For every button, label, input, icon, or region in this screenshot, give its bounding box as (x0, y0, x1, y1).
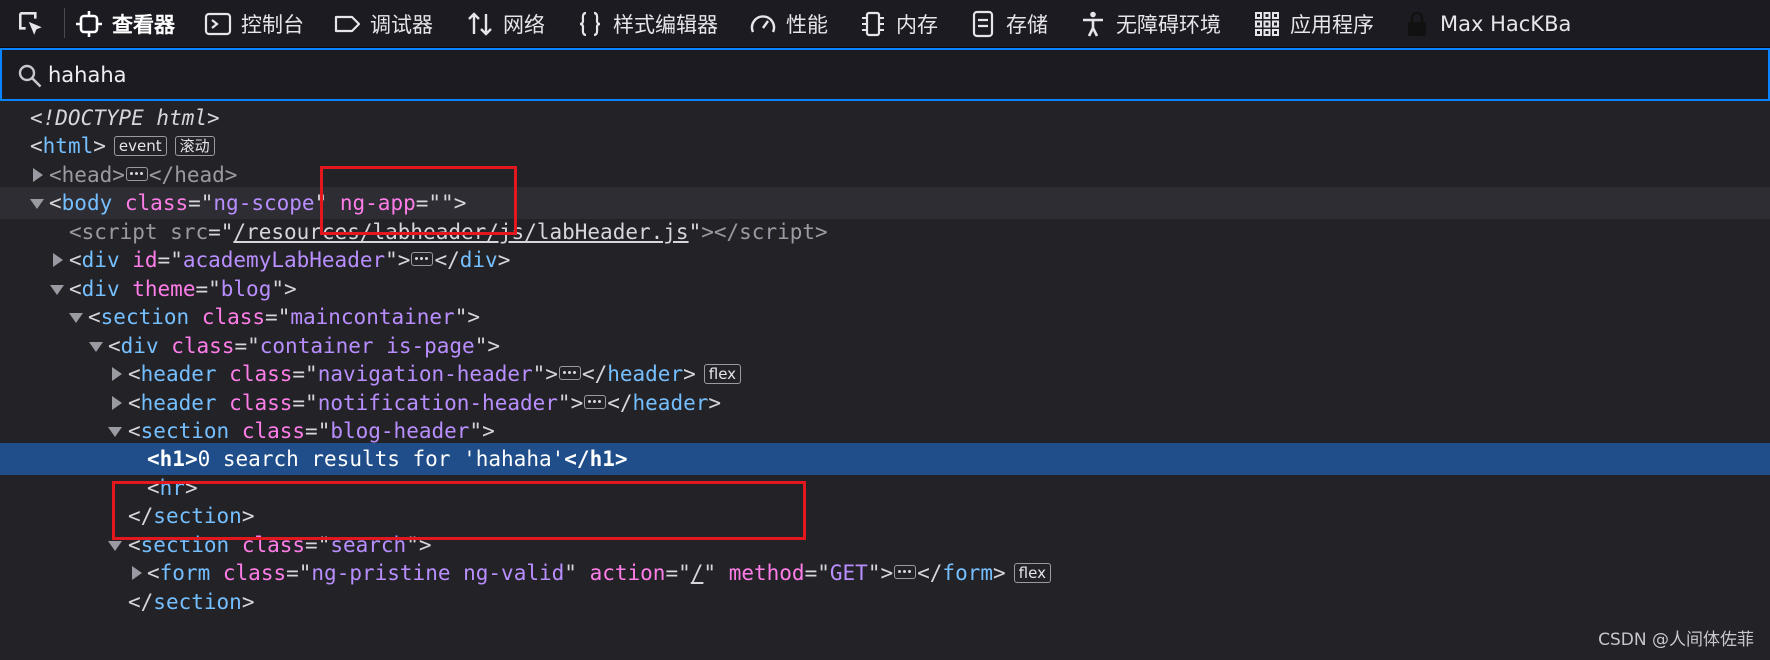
console-icon (203, 9, 233, 39)
watermark: CSDN @人间体佐菲 (1598, 630, 1754, 650)
collapse-twisty[interactable] (50, 285, 64, 295)
tree-node-html[interactable]: <html> event 滚动 (0, 130, 1770, 162)
network-icon (465, 9, 495, 39)
event-badge[interactable]: event (113, 136, 167, 156)
style-editor-icon (575, 9, 605, 39)
tab-label: 查看器 (112, 12, 175, 37)
tab-label: 无障碍环境 (1116, 12, 1221, 37)
form-tag: <form class="ng-pristine ng-valid" actio… (147, 557, 1051, 589)
tree-node-header-navigation[interactable]: <header class="navigation-header"> </head… (0, 358, 1770, 390)
search-input[interactable] (48, 58, 848, 92)
collapsed-content-button[interactable] (125, 167, 148, 181)
tab-label: Max HacKBa (1440, 11, 1572, 36)
collapse-twisty[interactable] (89, 342, 103, 352)
tree-node-form[interactable]: <form class="ng-pristine ng-valid" actio… (0, 557, 1770, 589)
tree-node-section-maincontainer[interactable]: <section class="maincontainer"> (0, 301, 1770, 333)
tab-accessibility[interactable]: 无障碍环境 (1078, 0, 1221, 47)
tree-node-body[interactable]: <body class="ng-scope" ng-app=""> (0, 187, 1770, 219)
tab-label: 性能 (786, 12, 828, 37)
performance-icon (748, 9, 778, 39)
application-icon (1252, 9, 1282, 39)
tab-console[interactable]: 控制台 (203, 0, 304, 47)
expand-twisty[interactable] (53, 253, 63, 267)
tab-style-editor[interactable]: 样式编辑器 (575, 0, 718, 47)
devtools-toolbar: 查看器 控制台 调试器 网络 样式编辑器 性能 内存 存储 无障碍环境 应用程序… (0, 0, 1770, 48)
expand-twisty[interactable] (112, 367, 122, 381)
collapse-twisty[interactable] (69, 313, 83, 323)
collapse-twisty[interactable] (108, 427, 122, 437)
inspector-icon (74, 9, 104, 39)
h1-tag: <h1>0 search results for 'hahaha'</h1> (147, 447, 628, 471)
scroll-badge[interactable]: 滚动 (174, 136, 215, 156)
tree-node-section-search-close[interactable]: </section> (0, 586, 1770, 618)
h1-text: 0 search results for 'hahaha' (197, 447, 565, 471)
section-close-tag: </section> (128, 504, 255, 528)
tree-node-div-academy-lab-header[interactable]: <div id="academyLabHeader"> </div> (0, 244, 1770, 276)
element-picker-icon (19, 12, 42, 35)
tab-label: 应用程序 (1290, 12, 1374, 37)
expand-twisty[interactable] (112, 396, 122, 410)
collapsed-content-button[interactable] (584, 395, 607, 409)
header-tag: <header class="navigation-header"> </head… (128, 358, 742, 390)
collapsed-content-button[interactable] (558, 366, 581, 380)
search-icon (18, 64, 42, 88)
section-tag: <section class="maincontainer"> (88, 305, 481, 329)
storage-icon (968, 9, 998, 39)
expand-twisty[interactable] (33, 168, 43, 182)
markup-tree: <!DOCTYPE html> <html> event 滚动 <head> </he… (0, 102, 1770, 660)
div-tag: <div id="academyLabHeader"> </div> (69, 248, 511, 272)
html-tag: <html> event 滚动 (30, 130, 215, 162)
body-tag: <body class="ng-scope" ng-app=""> (49, 191, 467, 215)
tree-node-section-close[interactable]: </section> (0, 500, 1770, 532)
tab-label: 调试器 (370, 12, 433, 37)
toolbar-separator (64, 8, 65, 38)
memory-icon (858, 9, 888, 39)
collapse-twisty[interactable] (108, 541, 122, 551)
extension-icon (1402, 9, 1432, 39)
tab-application[interactable]: 应用程序 (1252, 0, 1374, 47)
tab-performance[interactable]: 性能 (748, 0, 828, 47)
tab-network[interactable]: 网络 (465, 0, 545, 47)
tab-extension[interactable]: Max HacKBa (1402, 0, 1571, 47)
expand-twisty[interactable] (132, 566, 142, 580)
tab-inspector[interactable]: 查看器 (74, 0, 175, 47)
tab-label: 样式编辑器 (613, 12, 718, 37)
markup-search-box (0, 48, 1770, 101)
tab-label: 控制台 (241, 12, 304, 37)
tree-node-h1-selected[interactable]: <h1>0 search results for 'hahaha'</h1> (0, 443, 1770, 475)
collapsed-content-button[interactable] (411, 252, 434, 266)
tab-storage[interactable]: 存储 (968, 0, 1048, 47)
tab-debugger[interactable]: 调试器 (332, 0, 433, 47)
debugger-icon (332, 9, 362, 39)
collapse-twisty[interactable] (30, 199, 44, 209)
accessibility-icon (1078, 9, 1108, 39)
element-picker-button[interactable] (14, 8, 48, 40)
flex-badge[interactable]: flex (1013, 563, 1051, 583)
collapsed-content-button[interactable] (894, 565, 917, 579)
flex-badge[interactable]: flex (703, 364, 742, 384)
script-src-link[interactable]: /resources/labheader/js/labHeader.js (233, 220, 688, 244)
section-close-tag: </section> (128, 590, 255, 614)
tab-label: 网络 (503, 12, 545, 37)
tab-label: 内存 (896, 12, 938, 37)
tab-memory[interactable]: 内存 (858, 0, 938, 47)
tab-label: 存储 (1006, 12, 1048, 37)
